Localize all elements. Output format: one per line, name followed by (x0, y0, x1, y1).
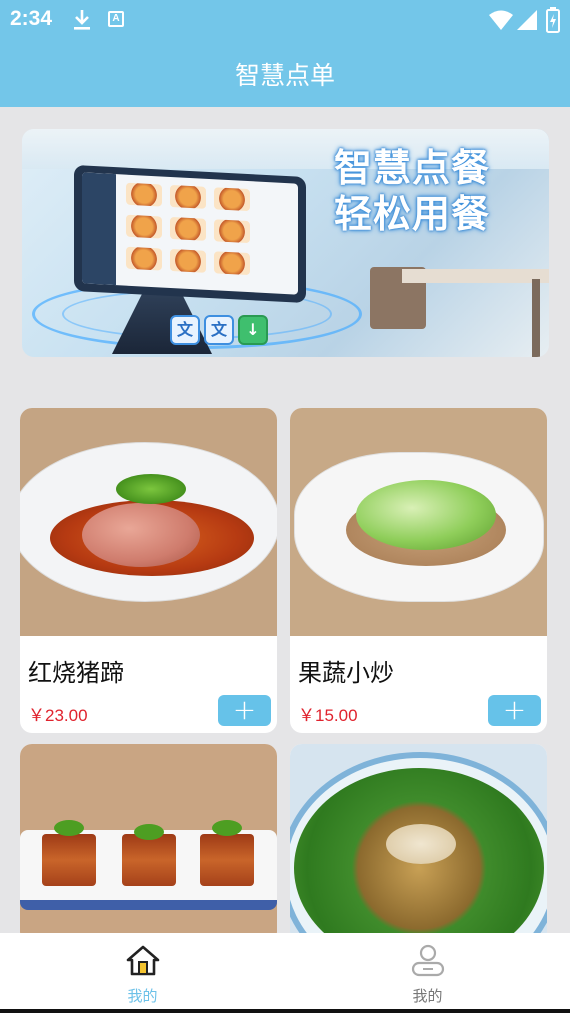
dish-image (290, 744, 547, 944)
tablet-illustration (74, 164, 306, 304)
translate-tile-icon: 文 (170, 315, 200, 345)
home-icon (126, 945, 160, 976)
dish-card[interactable]: 红烧猪蹄 ￥23.00 + (20, 408, 277, 733)
user-icon (411, 944, 445, 977)
app-bar: 智慧点单 (0, 40, 570, 107)
add-to-cart-button[interactable]: + (488, 695, 541, 726)
nav-label: 我的 (127, 987, 158, 1005)
add-to-cart-button[interactable]: + (218, 695, 271, 726)
download-tile-icon: ↓ (238, 315, 268, 345)
nav-label: 我的 (412, 987, 443, 1005)
banner-table-image (402, 269, 549, 283)
dish-card[interactable] (290, 744, 547, 944)
page-title: 智慧点单 (234, 61, 335, 90)
dish-name: 红烧猪蹄 (28, 659, 124, 687)
dish-image (20, 744, 277, 944)
tablet-screen (82, 172, 298, 295)
promo-banner[interactable]: 文 文 ↓ 智慧点餐 轻松用餐 (22, 129, 549, 357)
nav-tab-home[interactable]: 我的 (0, 933, 285, 1009)
nav-tab-mine[interactable]: 我的 (285, 933, 570, 1009)
wifi-icon (489, 10, 513, 30)
status-bar: 2:34 A (0, 0, 570, 40)
dish-price: ￥23.00 (28, 706, 88, 725)
dish-image (290, 408, 547, 636)
status-time: 2:34 (10, 7, 53, 30)
dish-card[interactable]: 果蔬小炒 ￥15.00 + (290, 408, 547, 733)
download-icon (74, 10, 90, 30)
dish-card[interactable] (20, 744, 277, 944)
system-nav-strip (0, 1009, 570, 1013)
a-badge-icon: A (108, 11, 124, 27)
battery-icon (546, 7, 560, 33)
dish-image (20, 408, 277, 636)
signal-icon (517, 10, 537, 30)
dish-name: 果蔬小炒 (298, 659, 394, 687)
banner-table-leg (532, 279, 540, 357)
dish-price: ￥15.00 (298, 706, 358, 725)
translate-tile-icon: 文 (204, 315, 234, 345)
bottom-nav: 我的 我的 (0, 933, 570, 1009)
banner-subheadline: 轻松用餐 (334, 192, 491, 236)
